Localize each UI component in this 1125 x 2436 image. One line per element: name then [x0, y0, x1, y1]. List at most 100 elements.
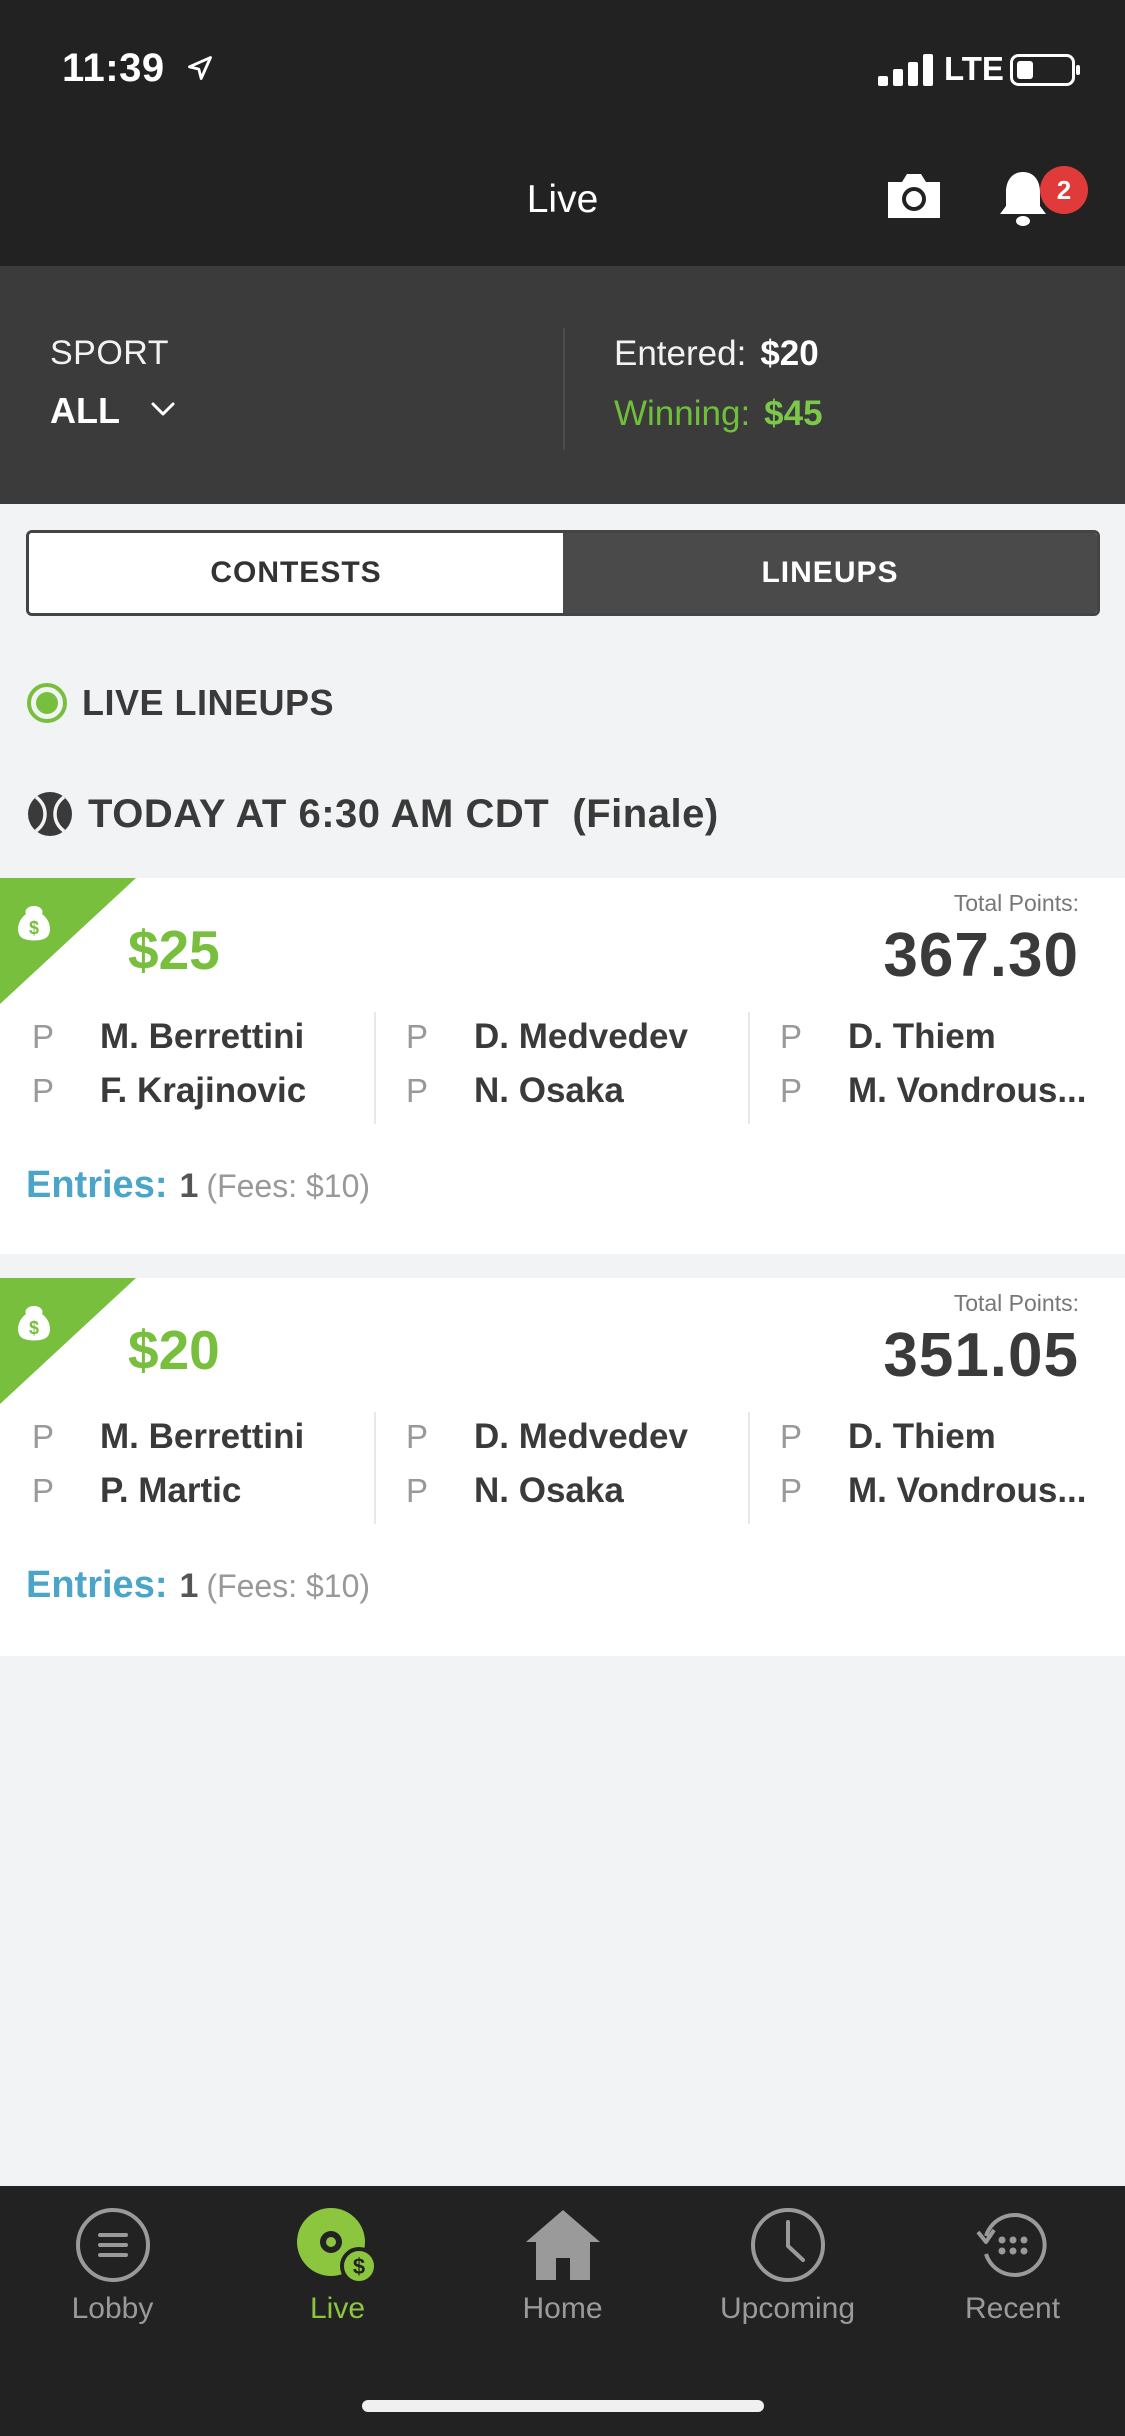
- summary-panel: SPORT ALL Entered: $20 Winning: $45: [0, 266, 1125, 504]
- player-row: P P. Martic: [32, 1466, 241, 1516]
- player-column: P D. Thiem P M. Vondrous...: [748, 1412, 1122, 1524]
- winning-label: Winning:: [614, 394, 751, 433]
- page-title: Live: [526, 178, 599, 221]
- player-row: P N. Osaka: [406, 1066, 624, 1116]
- player-row: P N. Osaka: [406, 1466, 624, 1516]
- signal-bars-icon: [878, 54, 933, 86]
- tab-contests[interactable]: CONTESTS: [29, 533, 563, 613]
- player-name: D. Thiem: [848, 1417, 996, 1456]
- player-row: P D. Medvedev: [406, 1412, 688, 1462]
- player-column: P D. Medvedev P N. Osaka: [374, 1012, 748, 1124]
- svg-text:$: $: [352, 2254, 364, 2279]
- prize-amount: $25: [128, 919, 220, 981]
- player-row: P D. Thiem: [780, 1012, 996, 1062]
- sport-dropdown[interactable]: ALL: [50, 390, 120, 432]
- sport-label: SPORT: [50, 334, 170, 372]
- winning-value: $45: [764, 394, 823, 433]
- tab-upcoming[interactable]: Upcoming: [675, 2206, 900, 2336]
- player-name: D. Medvedev: [474, 1017, 688, 1056]
- location-arrow-icon: [188, 56, 212, 80]
- entered-label: Entered:: [614, 334, 747, 373]
- player-name: M. Berrettini: [100, 1017, 305, 1056]
- tab-lobby[interactable]: Lobby: [0, 2206, 225, 2336]
- player-position: P: [406, 1072, 429, 1109]
- player-grid: P M. Berrettini P P. Martic P D. Medvedev P…: [0, 1412, 1125, 1524]
- player-position: P: [406, 1418, 429, 1455]
- tab-live[interactable]: $ Live: [225, 2206, 450, 2336]
- tab-label: Live: [309, 2292, 366, 2325]
- player-row: P D. Thiem: [780, 1412, 996, 1462]
- player-row: P D. Medvedev: [406, 1012, 688, 1062]
- player-name: M. Berrettini: [100, 1417, 305, 1456]
- battery-icon: [1010, 54, 1080, 86]
- home-icon: [525, 2210, 600, 2280]
- total-points-label: Total Points:: [953, 890, 1079, 916]
- player-position: P: [32, 1472, 55, 1509]
- bottom-tab-bar: Lobby $ Live Home Upcoming Recent: [0, 2186, 1125, 2436]
- player-column: P D. Thiem P M. Vondrous...: [748, 1012, 1122, 1124]
- lineup-card[interactable]: $ $20 Total Points: 351.05 P M. Berrettin…: [0, 1278, 1125, 1656]
- clock-icon: [750, 2208, 825, 2282]
- player-position: P: [780, 1018, 803, 1055]
- svg-text:$: $: [29, 918, 39, 938]
- home-indicator[interactable]: [362, 2400, 764, 2412]
- player-position: P: [406, 1018, 429, 1055]
- svg-text:$: $: [29, 1318, 39, 1338]
- player-row: P M. Berrettini: [32, 1412, 304, 1462]
- nav-bar: Live 2: [0, 140, 1125, 266]
- player-position: P: [780, 1072, 803, 1109]
- contests-lineups-toggle: CONTESTS LINEUPS: [26, 530, 1100, 616]
- entries-info: Entries: 1 (Fees: $10): [26, 1564, 370, 1607]
- entered-summary: Entered: $20: [614, 334, 819, 374]
- total-points-label: Total Points:: [953, 1290, 1079, 1316]
- player-name: D. Medvedev: [474, 1417, 688, 1456]
- entries-link[interactable]: Entries:: [26, 1564, 167, 1607]
- player-grid: P M. Berrettini P F. Krajinovic P D. Medved…: [0, 1012, 1125, 1124]
- player-column: P D. Medvedev P N. Osaka: [374, 1412, 748, 1524]
- player-row: P F. Krajinovic: [32, 1066, 306, 1116]
- notification-badge: 2: [1040, 166, 1088, 214]
- tab-lineups[interactable]: LINEUPS: [563, 533, 1097, 613]
- entries-fees: (Fees: $10): [206, 1568, 371, 1604]
- winning-summary: Winning: $45: [614, 394, 823, 434]
- player-name: F. Krajinovic: [100, 1071, 307, 1110]
- recent-history-icon: [975, 2213, 1047, 2277]
- live-lineups-title: LIVE LINEUPS: [82, 682, 335, 723]
- live-money-icon: $: [296, 2208, 378, 2284]
- player-row: P M. Vondrous...: [780, 1466, 1087, 1516]
- network-type: LTE: [944, 50, 1004, 87]
- money-bag-corner-icon: $: [0, 878, 136, 1004]
- entries-link[interactable]: Entries:: [26, 1164, 167, 1207]
- player-column: P M. Berrettini P P. Martic: [0, 1412, 374, 1524]
- chevron-down-icon[interactable]: [150, 400, 176, 418]
- tab-label: Recent: [964, 2292, 1061, 2325]
- player-position: P: [32, 1418, 55, 1455]
- tab-label: Upcoming: [719, 2292, 856, 2325]
- date-heading: TODAY AT 6:30 AM CDT (Finale): [26, 786, 719, 842]
- camera-icon[interactable]: [884, 168, 944, 224]
- player-name: M. Vondrous...: [848, 1471, 1087, 1510]
- lobby-menu-icon: [75, 2208, 150, 2282]
- total-points-value: 367.30: [883, 921, 1079, 990]
- player-position: P: [32, 1072, 55, 1109]
- entered-value: $20: [760, 334, 819, 373]
- player-row: P M. Berrettini: [32, 1012, 304, 1062]
- money-bag-corner-icon: $: [0, 1278, 136, 1404]
- tab-label: Home: [522, 2292, 603, 2325]
- live-indicator-icon: [27, 683, 67, 723]
- tennis-ball-icon: [28, 792, 72, 836]
- lineup-card[interactable]: $ $25 Total Points: 367.30 P M. Berrettin…: [0, 878, 1125, 1254]
- entries-count: 1: [179, 1167, 199, 1205]
- status-time: 11:39: [62, 46, 165, 90]
- player-name: D. Thiem: [848, 1017, 996, 1056]
- date-title: TODAY AT 6:30 AM CDT (Finale): [88, 791, 719, 836]
- prize-amount: $20: [128, 1319, 220, 1381]
- entries-fees: (Fees: $10): [206, 1168, 371, 1204]
- player-name: M. Vondrous...: [848, 1071, 1087, 1110]
- tab-label: Lobby: [71, 2292, 154, 2325]
- status-bar: 11:39 LTE: [0, 0, 1125, 140]
- tab-recent[interactable]: Recent: [900, 2206, 1125, 2336]
- player-position: P: [780, 1418, 803, 1455]
- tab-home[interactable]: Home: [450, 2206, 675, 2336]
- player-name: N. Osaka: [474, 1471, 624, 1510]
